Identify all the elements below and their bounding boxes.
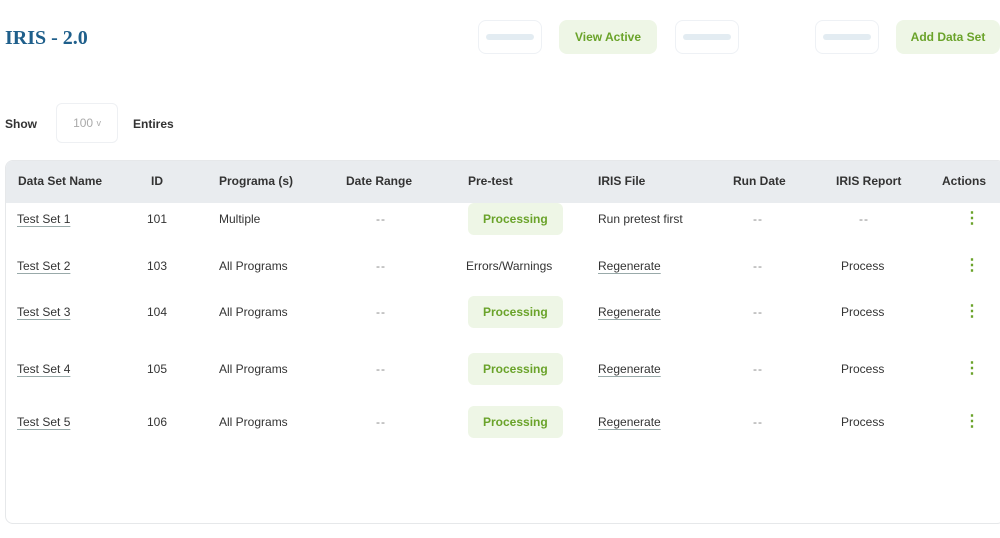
more-actions-icon[interactable]: ⋮ [964, 211, 980, 227]
id-cell: 104 [147, 305, 168, 319]
programs-cell: All Programs [219, 305, 288, 319]
more-actions-icon[interactable]: ⋮ [964, 414, 980, 430]
run-date-cell: -- [753, 305, 763, 319]
pretest-status: Processing [468, 406, 563, 438]
column-header: IRIS Report [836, 174, 902, 188]
entries-value: 100 [73, 116, 94, 130]
data-set-name-link[interactable]: Test Set 5 [17, 415, 70, 429]
table-row: Test Set 1 101 Multiple -- Processing Run pre… [6, 203, 1000, 235]
data-set-name-link[interactable]: Test Set 3 [17, 305, 70, 319]
page-title: IRIS - 2.0 [5, 27, 88, 49]
id-cell: 105 [147, 362, 168, 376]
table-row: Test Set 2 103 All Programs -- Errors/Warnin… [6, 251, 1000, 281]
column-header: Pre-test [468, 174, 513, 188]
column-header: Date Range [346, 174, 413, 188]
programs-cell: All Programs [219, 415, 288, 429]
date-range-cell: -- [376, 212, 386, 226]
programs-cell: All Programs [219, 362, 288, 376]
regenerate-link[interactable]: Regenerate [598, 415, 661, 429]
placeholder-button-3[interactable] [815, 20, 879, 54]
table-header: Data Set Name ID Programa (s) Date Range Pre… [6, 161, 1000, 203]
run-date-cell: -- [753, 259, 763, 273]
view-active-button[interactable]: View Active [559, 20, 657, 54]
chevron-down-icon: v [96, 118, 101, 128]
entries-select[interactable]: 100 v [56, 103, 118, 143]
id-cell: 101 [147, 212, 168, 226]
process-link[interactable]: Process [841, 415, 884, 429]
column-header: Run Date [733, 174, 786, 188]
add-data-set-button[interactable]: Add Data Set [896, 20, 1000, 54]
data-set-name-link[interactable]: Test Set 2 [17, 259, 70, 273]
regenerate-link[interactable]: Regenerate [598, 305, 661, 319]
run-date-cell: -- [753, 212, 763, 226]
pretest-status: Processing [468, 296, 563, 328]
iris-file-cell: Run pretest first [598, 212, 683, 226]
placeholder-button-2[interactable] [675, 20, 739, 54]
data-set-name-link[interactable]: Test Set 1 [17, 212, 70, 226]
date-range-cell: -- [376, 305, 386, 319]
data-set-name-link[interactable]: Test Set 4 [17, 362, 70, 376]
pretest-status: Processing [468, 353, 563, 385]
programs-cell: All Programs [219, 259, 288, 273]
regenerate-link[interactable]: Regenerate [598, 362, 661, 376]
regenerate-link[interactable]: Regenerate [598, 259, 661, 273]
column-header: ID [151, 174, 163, 188]
run-date-cell: -- [753, 415, 763, 429]
show-label: Show [5, 117, 37, 131]
column-header: Programa (s) [219, 174, 294, 188]
id-cell: 103 [147, 259, 168, 273]
id-cell: 106 [147, 415, 168, 429]
date-range-cell: -- [376, 362, 386, 376]
column-header: IRIS File [598, 174, 646, 188]
programs-cell: Multiple [219, 212, 261, 226]
iris-report-cell: -- [859, 212, 869, 226]
table-row: Test Set 5 106 All Programs -- Processing Reg… [6, 406, 1000, 438]
pretest-status: Processing [468, 203, 563, 235]
column-header: Data Set Name [18, 174, 103, 188]
more-actions-icon[interactable]: ⋮ [964, 304, 980, 320]
more-actions-icon[interactable]: ⋮ [964, 258, 980, 274]
process-link[interactable]: Process [841, 362, 884, 376]
run-date-cell: -- [753, 362, 763, 376]
column-header: Actions [942, 174, 987, 188]
placeholder-button-1[interactable] [478, 20, 542, 54]
pretest-status: Errors/Warnings [466, 259, 553, 273]
date-range-cell: -- [376, 259, 386, 273]
entries-label: Entires [133, 117, 174, 131]
table-row: Test Set 4 105 All Programs -- Processing Reg… [6, 353, 1000, 385]
date-range-cell: -- [376, 415, 386, 429]
process-link[interactable]: Process [841, 305, 884, 319]
more-actions-icon[interactable]: ⋮ [964, 361, 980, 377]
table-row: Test Set 3 104 All Programs -- Processing Reg… [6, 296, 1000, 328]
process-link[interactable]: Process [841, 259, 884, 273]
data-sets-table: Data Set Name ID Programa (s) Date Range Pre… [5, 160, 1000, 524]
